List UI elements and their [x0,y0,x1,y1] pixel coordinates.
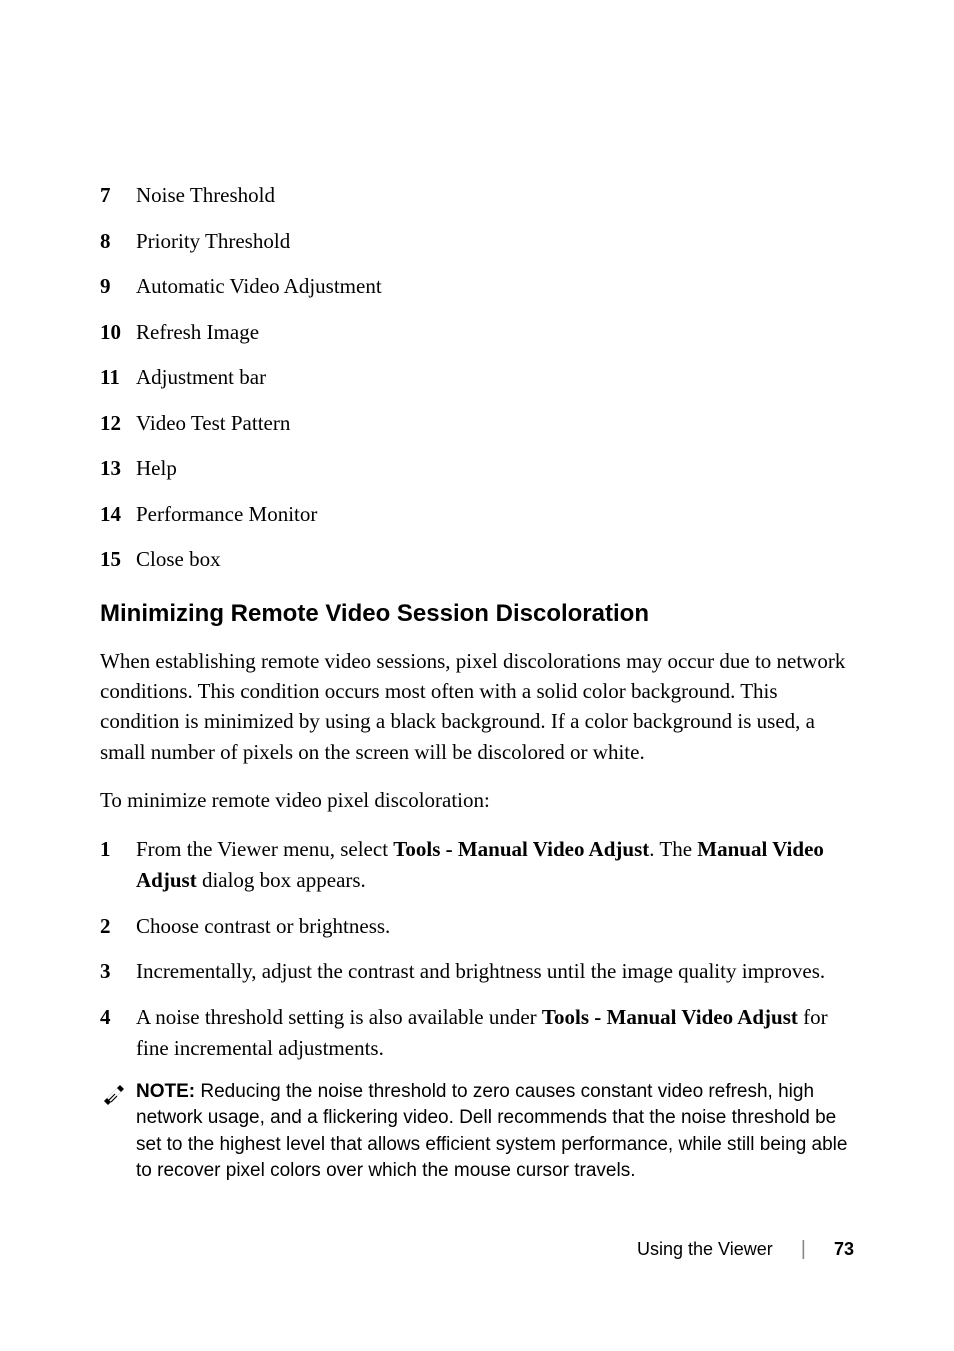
item-number: 9 [100,271,136,303]
list-item: 10Refresh Image [100,317,854,349]
list-item: 9Automatic Video Adjustment [100,271,854,303]
item-number: 15 [100,544,136,576]
item-text: Adjustment bar [136,362,854,394]
note-label: NOTE: [136,1081,200,1102]
note-body: Reducing the noise threshold to zero cau… [136,1081,847,1182]
item-text: Performance Monitor [136,499,854,531]
paragraph: To minimize remote video pixel discolora… [100,785,854,815]
step-number: 1 [100,834,136,897]
item-number: 11 [100,362,136,394]
step-text: Choose contrast or brightness. [136,911,854,943]
item-text: Refresh Image [136,317,854,349]
steps-list: 1 From the Viewer menu, select Tools - M… [100,834,854,1065]
footer-separator: | [801,1238,806,1261]
section-heading: Minimizing Remote Video Session Discolor… [100,600,854,628]
item-number: 10 [100,317,136,349]
item-text: Automatic Video Adjustment [136,271,854,303]
list-item: 11Adjustment bar [100,362,854,394]
page-number: 73 [834,1239,854,1260]
list-item: 8Priority Threshold [100,226,854,258]
list-item: 7Noise Threshold [100,180,854,212]
list-item: 13Help [100,453,854,485]
paragraph: When establishing remote video sessions,… [100,646,854,768]
item-number: 7 [100,180,136,212]
list-item: 14Performance Monitor [100,499,854,531]
note-icon [100,1081,128,1109]
item-text: Video Test Pattern [136,408,854,440]
item-text: Close box [136,544,854,576]
step-text: Incrementally, adjust the contrast and b… [136,956,854,988]
note-text: NOTE: Reducing the noise threshold to ze… [136,1079,854,1185]
bold-text: Tools - Manual Video Adjust [393,837,649,861]
step-item: 2 Choose contrast or brightness. [100,911,854,943]
list-item: 15Close box [100,544,854,576]
item-text: Help [136,453,854,485]
page-footer: Using the Viewer | 73 [637,1238,854,1261]
step-text: From the Viewer menu, select Tools - Man… [136,834,854,897]
item-text: Priority Threshold [136,226,854,258]
note-block: NOTE: Reducing the noise threshold to ze… [100,1079,854,1185]
item-text: Noise Threshold [136,180,854,212]
bold-text: Tools - Manual Video Adjust [542,1005,798,1029]
item-number: 12 [100,408,136,440]
step-item: 3 Incrementally, adjust the contrast and… [100,956,854,988]
step-item: 4 A noise threshold setting is also avai… [100,1002,854,1065]
step-number: 4 [100,1002,136,1065]
numbered-list: 7Noise Threshold 8Priority Threshold 9Au… [100,180,854,576]
list-item: 12Video Test Pattern [100,408,854,440]
step-number: 2 [100,911,136,943]
item-number: 13 [100,453,136,485]
item-number: 8 [100,226,136,258]
step-text: A noise threshold setting is also availa… [136,1002,854,1065]
footer-section: Using the Viewer [637,1239,773,1260]
item-number: 14 [100,499,136,531]
step-item: 1 From the Viewer menu, select Tools - M… [100,834,854,897]
step-number: 3 [100,956,136,988]
